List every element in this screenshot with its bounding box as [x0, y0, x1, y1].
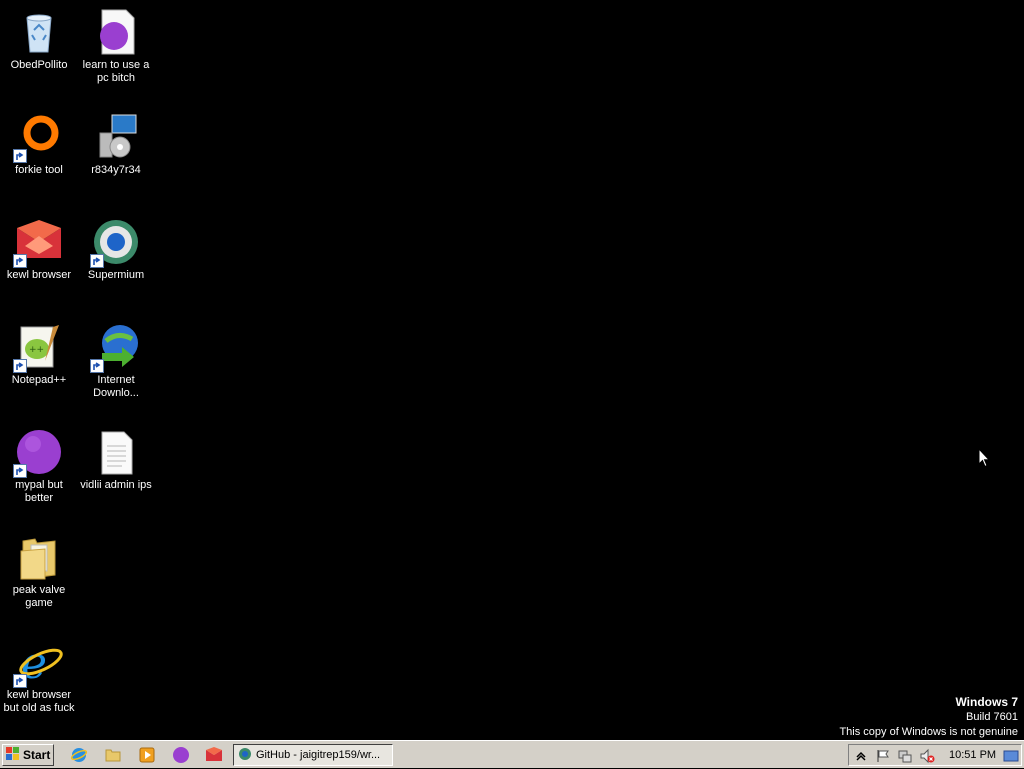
supermium-icon [90, 218, 140, 268]
watermark-genuine-notice: This copy of Windows is not genuine [839, 726, 1018, 738]
internet-explorer-icon: e [13, 638, 63, 689]
orange-ring-icon [13, 113, 63, 163]
desktop-icon-mypal[interactable]: mypal but better [0, 424, 78, 505]
icon-label: Supermium [87, 269, 145, 281]
shortcut-arrow-icon [90, 254, 104, 268]
purple-globe-icon [13, 428, 63, 478]
idm-globe-icon [90, 323, 140, 373]
windows-logo-icon [6, 746, 20, 764]
desktop-icon-notepadpp[interactable]: ++ Notepad++ [0, 319, 78, 387]
show-hidden-icons-chevron-icon[interactable] [853, 748, 869, 764]
task-title: GitHub - jaigitrep159/wr... [256, 749, 381, 761]
svg-text:++: ++ [29, 345, 44, 355]
quicklaunch-internet-explorer-icon[interactable] [70, 746, 88, 764]
desktop-icon-vidlii-admin-ips[interactable]: vidlii admin ips [77, 424, 155, 492]
icon-label: peak valve game [12, 584, 66, 609]
desktop-icon-kewl-browser[interactable]: kewl browser [0, 214, 78, 282]
taskbar-window-github[interactable]: GitHub - jaigitrep159/wr... [233, 744, 393, 766]
windows-watermark: Windows 7 Build 7601 This copy of Window… [839, 695, 1018, 740]
mouse-cursor-icon [978, 447, 991, 473]
start-button[interactable]: Start [2, 744, 54, 766]
desktop: ObedPollito forkie tool kewl browser ++ … [0, 0, 1024, 740]
system-tray: 10:51 PM [848, 744, 1022, 766]
desktop-icon-internet-download-manager[interactable]: Internet Downlo... [77, 319, 155, 400]
desktop-icon-supermium[interactable]: Supermium [77, 214, 155, 282]
purple-document-icon [92, 8, 140, 56]
quicklaunch-red-browser-icon[interactable] [205, 746, 223, 764]
icon-label: vidlii admin ips [80, 479, 152, 491]
icon-label: r834y7r34 [91, 164, 141, 176]
icon-label: Notepad++ [11, 374, 67, 386]
shortcut-arrow-icon [13, 464, 27, 478]
red-browser-icon [13, 218, 63, 268]
quicklaunch-purple-globe-icon[interactable] [172, 746, 190, 764]
desktop-icon-peak-valve-game[interactable]: peak valve game [0, 529, 78, 610]
supermium-icon [238, 747, 252, 764]
taskbar: Start GitHub - jaigitrep159/wr... 10:51 … [0, 740, 1024, 768]
setup-computer-icon [92, 113, 140, 161]
shortcut-arrow-icon [13, 359, 27, 373]
icon-label: forkie tool [15, 164, 63, 176]
notepadpp-icon: ++ [13, 323, 63, 373]
icon-label: Internet Downlo... [93, 374, 139, 399]
start-label: Start [23, 748, 51, 762]
watermark-os-name: Windows 7 [955, 695, 1018, 709]
desktop-icon-r834y7r34[interactable]: r834y7r34 [77, 109, 155, 177]
shortcut-arrow-icon [13, 254, 27, 268]
watermark-build: Build 7601 [966, 711, 1018, 723]
icon-label: ObedPollito [10, 59, 68, 71]
quicklaunch-media-player-icon[interactable] [138, 746, 156, 764]
desktop-icon-learn-to-use-a-pc[interactable]: learn to use a pc bitch [77, 4, 155, 85]
desktop-icon-kewl-browser-old[interactable]: e kewl browser but old as fuck [0, 634, 78, 715]
shortcut-arrow-icon [13, 149, 27, 163]
volume-muted-icon[interactable] [919, 748, 935, 764]
shortcut-arrow-icon [13, 674, 27, 688]
text-file-icon [92, 428, 140, 476]
quicklaunch-explorer-folder-icon[interactable] [104, 746, 122, 764]
shortcut-arrow-icon [90, 359, 104, 373]
recycle-bin-icon [15, 8, 63, 56]
desktop-icon-forkie-tool[interactable]: forkie tool [0, 109, 78, 177]
icon-label: kewl browser but old as fuck [3, 689, 75, 714]
network-icon[interactable] [897, 748, 913, 764]
icon-label: kewl browser [6, 269, 72, 281]
icon-label: learn to use a pc bitch [82, 59, 150, 84]
action-center-flag-icon[interactable] [875, 748, 891, 764]
taskbar-clock[interactable]: 10:51 PM [949, 749, 996, 761]
folder-icon [15, 533, 63, 581]
icon-label: mypal but better [15, 479, 63, 504]
desktop-icon-recycle-bin[interactable]: ObedPollito [0, 4, 78, 72]
show-desktop-icon[interactable] [1003, 748, 1019, 764]
